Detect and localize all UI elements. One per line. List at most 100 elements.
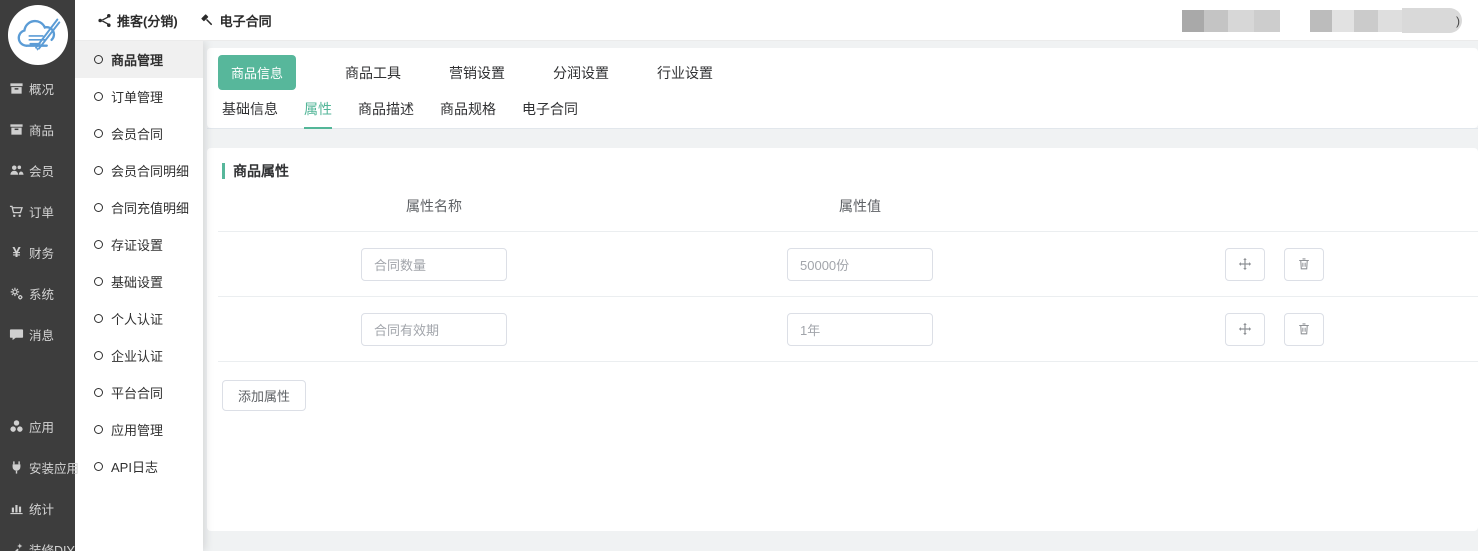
sidebar-item-label: 概况 [29,79,54,98]
sub-tabs: 基础信息 属性 商品描述 商品规格 电子合同 [207,94,1478,129]
menu-item-app-management[interactable]: 应用管理 [75,411,203,448]
attr-name-input[interactable] [361,313,507,346]
menu-item-member-contract-detail[interactable]: 会员合同明细 [75,152,203,189]
attr-value-input[interactable] [787,313,933,346]
tab-goods-info[interactable]: 商品信息 [218,55,296,90]
circle-bullet-icon [94,129,103,138]
primary-sidebar: 概况 商品 会员 订单 ¥ 财务 系统 [0,0,75,551]
redacted-block [1228,10,1254,32]
table-header-row: 属性名称 属性值 [218,181,1478,232]
sidebar-item-overview[interactable]: 概况 [0,68,75,109]
section-accent-bar [222,163,225,179]
menu-item-label: 合同充值明细 [111,198,189,217]
message-icon [8,327,25,343]
sidebar-item-label: 系统 [29,284,54,303]
menu-item-basic-settings[interactable]: 基础设置 [75,263,203,300]
sidebar-item-finance[interactable]: ¥ 财务 [0,232,75,273]
sidebar-item-diy[interactable]: 装修DIY [0,529,75,551]
circle-bullet-icon [94,425,103,434]
subtab-goods-description[interactable]: 商品描述 [358,94,414,128]
attr-name-input[interactable] [361,248,507,281]
main-tabs: 商品信息 商品工具 营销设置 分润设置 行业设置 [207,48,1478,88]
sidebar-item-label: 财务 [29,243,54,262]
delete-row-button[interactable] [1284,313,1324,346]
attr-value-input[interactable] [787,248,933,281]
sidebar-item-label: 统计 [29,499,54,518]
move-row-button[interactable] [1225,248,1265,281]
section-header: 商品属性 [207,161,1478,181]
menu-item-label: API日志 [111,457,158,476]
circle-bullet-icon [94,203,103,212]
move-icon [1238,257,1252,271]
tab-marketing-settings[interactable]: 营销设置 [449,63,505,83]
circle-bullet-icon [94,314,103,323]
secondary-sidebar: 商品管理 订单管理 会员合同 会员合同明细 合同充值明细 存证设置 基础设置 [75,41,203,551]
sidebar-item-members[interactable]: 会员 [0,150,75,191]
subtab-basic-info[interactable]: 基础信息 [222,94,278,128]
move-icon [1238,322,1252,336]
tabs-card: 商品信息 商品工具 营销设置 分润设置 行业设置 基础信息 属性 商品描述 商品… [207,48,1478,128]
menu-item-member-contract[interactable]: 会员合同 [75,115,203,152]
add-attribute-button[interactable]: 添加属性 [222,380,306,411]
menu-item-label: 商品管理 [111,50,163,69]
goods-icon [8,122,25,138]
sidebar-item-orders[interactable]: 订单 [0,191,75,232]
menu-item-platform-contract[interactable]: 平台合同 [75,374,203,411]
sidebar-item-label: 订单 [29,202,54,221]
menu-item-personal-auth[interactable]: 个人认证 [75,300,203,337]
subtab-attributes[interactable]: 属性 [304,94,332,129]
move-row-button[interactable] [1225,313,1265,346]
menu-item-enterprise-auth[interactable]: 企业认证 [75,337,203,374]
circle-bullet-icon [94,55,103,64]
menu-item-api-log[interactable]: API日志 [75,448,203,485]
topbar: 推客(分销) 电子合同 ) [75,0,1478,41]
share-icon [97,13,112,28]
gavel-icon [200,13,215,28]
topbar-item-econtract[interactable]: 电子合同 [200,11,272,30]
menu-item-order-management[interactable]: 订单管理 [75,78,203,115]
redacted-user-info[interactable]: ) [1182,8,1462,33]
redacted-block [1254,10,1280,32]
sidebar-item-messages[interactable]: 消息 [0,314,75,355]
table-row [218,297,1478,362]
menu-item-goods-management[interactable]: 商品管理 [75,41,203,78]
menu-item-label: 个人认证 [111,309,163,328]
subtab-goods-spec[interactable]: 商品规格 [440,94,496,128]
table-row [218,232,1478,297]
column-header-attr-value: 属性值 [650,196,1070,216]
sidebar-item-install-app[interactable]: 安装应用 [0,447,75,488]
subtab-econtract[interactable]: 电子合同 [522,94,578,128]
stats-icon [8,501,25,517]
sidebar-item-goods[interactable]: 商品 [0,109,75,150]
menu-item-label: 存证设置 [111,235,163,254]
install-icon [8,460,25,476]
redacted-username: ) [1402,8,1462,33]
redacted-block [1182,10,1204,32]
topbar-item-promoter[interactable]: 推客(分销) [97,11,178,30]
sidebar-item-stats[interactable]: 统计 [0,488,75,529]
topbar-item-label: 推客(分销) [117,11,178,30]
delete-row-button[interactable] [1284,248,1324,281]
sidebar-item-label: 装修DIY [29,540,75,551]
attributes-table: 属性名称 属性值 [218,181,1478,362]
app-logo[interactable] [0,0,75,68]
sidebar-item-apps[interactable]: 应用 [0,406,75,447]
sidebar-item-label: 会员 [29,161,54,180]
menu-item-label: 订单管理 [111,87,163,106]
menu-item-label: 平台合同 [111,383,163,402]
menu-item-evidence-settings[interactable]: 存证设置 [75,226,203,263]
app-window: 概况 商品 会员 订单 ¥ 财务 系统 [0,0,1478,551]
diy-icon [8,542,25,551]
sidebar-item-system[interactable]: 系统 [0,273,75,314]
tab-profit-settings[interactable]: 分润设置 [553,63,609,83]
tab-industry-settings[interactable]: 行业设置 [657,63,713,83]
circle-bullet-icon [94,92,103,101]
tab-goods-tools[interactable]: 商品工具 [345,63,401,83]
menu-item-label: 应用管理 [111,420,163,439]
sidebar-item-label: 商品 [29,120,54,139]
attributes-card: 商品属性 属性名称 属性值 [207,148,1478,531]
members-icon [8,163,25,179]
finance-icon: ¥ [8,245,25,261]
menu-item-contract-recharge-detail[interactable]: 合同充值明细 [75,189,203,226]
redacted-block [1332,10,1354,32]
